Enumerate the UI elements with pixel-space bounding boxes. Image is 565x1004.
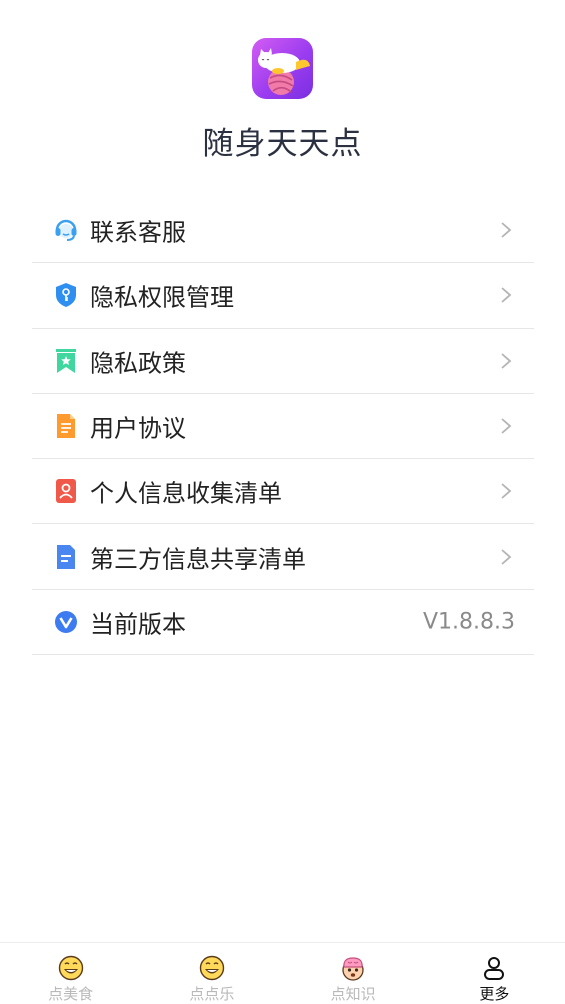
menu-item-label: 第三方信息共享清单 xyxy=(90,545,306,574)
shield-key-icon xyxy=(56,283,76,308)
settings-page: 随身天天点 联系客服 隐私权限管理 隐私政策 用户协议 个人信息收集清单 第三方… xyxy=(0,0,565,1004)
chevron-right-icon xyxy=(501,483,512,500)
menu-item-label: 个人信息收集清单 xyxy=(90,479,282,508)
menu-item-privacy-permissions[interactable]: 隐私权限管理 xyxy=(32,263,534,329)
tab-label: 更多 xyxy=(479,985,510,1003)
chevron-right-icon xyxy=(501,222,512,238)
brain-face-icon xyxy=(342,957,364,981)
menu-item-customer-service[interactable]: 联系客服 xyxy=(32,198,534,264)
chevron-right-icon xyxy=(501,353,512,369)
tab-knowledge[interactable]: 点知识 xyxy=(283,943,424,1004)
tab-label: 点美食 xyxy=(48,985,94,1003)
bookmark-star-icon xyxy=(56,348,76,373)
headset-icon xyxy=(55,219,77,242)
menu-item-third-party-sharing[interactable]: 第三方信息共享清单 xyxy=(32,524,534,590)
smiley-icon xyxy=(199,955,225,981)
file-icon xyxy=(57,544,75,569)
version-icon xyxy=(55,610,77,633)
menu-item-current-version: 当前版本 V1.8.8.3 xyxy=(32,590,534,656)
tab-label: 点知识 xyxy=(330,985,376,1003)
version-number: V1.8.8.3 xyxy=(422,609,515,635)
tab-label: 点点乐 xyxy=(189,985,235,1003)
chevron-right-icon xyxy=(501,418,512,434)
menu-item-user-agreement[interactable]: 用户协议 xyxy=(32,394,534,460)
document-icon xyxy=(57,414,75,439)
chevron-right-icon xyxy=(501,548,512,565)
menu-item-personal-info-list[interactable]: 个人信息收集清单 xyxy=(32,459,534,525)
app-name: 随身天天点 xyxy=(202,126,363,162)
tab-fun[interactable]: 点点乐 xyxy=(141,943,282,1004)
menu-item-privacy-policy[interactable]: 隐私政策 xyxy=(32,329,534,394)
chevron-right-icon xyxy=(501,287,512,304)
tab-food[interactable]: 点美食 xyxy=(0,943,141,1004)
person-card-icon xyxy=(56,479,76,504)
settings-menu: 联系客服 隐私权限管理 隐私政策 用户协议 个人信息收集清单 第三方信息共享清单… xyxy=(32,198,534,656)
menu-item-label: 联系客服 xyxy=(90,218,186,247)
menu-item-label: 隐私政策 xyxy=(90,349,186,378)
app-logo xyxy=(252,38,313,99)
tab-more[interactable]: 更多 xyxy=(424,943,565,1004)
bottom-tab-bar: 点美食 点点乐 点知识 更多 xyxy=(0,942,565,1004)
menu-item-label: 当前版本 xyxy=(90,610,186,639)
person-outline-icon xyxy=(484,957,505,980)
menu-item-label: 隐私权限管理 xyxy=(90,283,234,312)
menu-item-label: 用户协议 xyxy=(90,414,186,443)
smiley-icon xyxy=(58,955,83,981)
